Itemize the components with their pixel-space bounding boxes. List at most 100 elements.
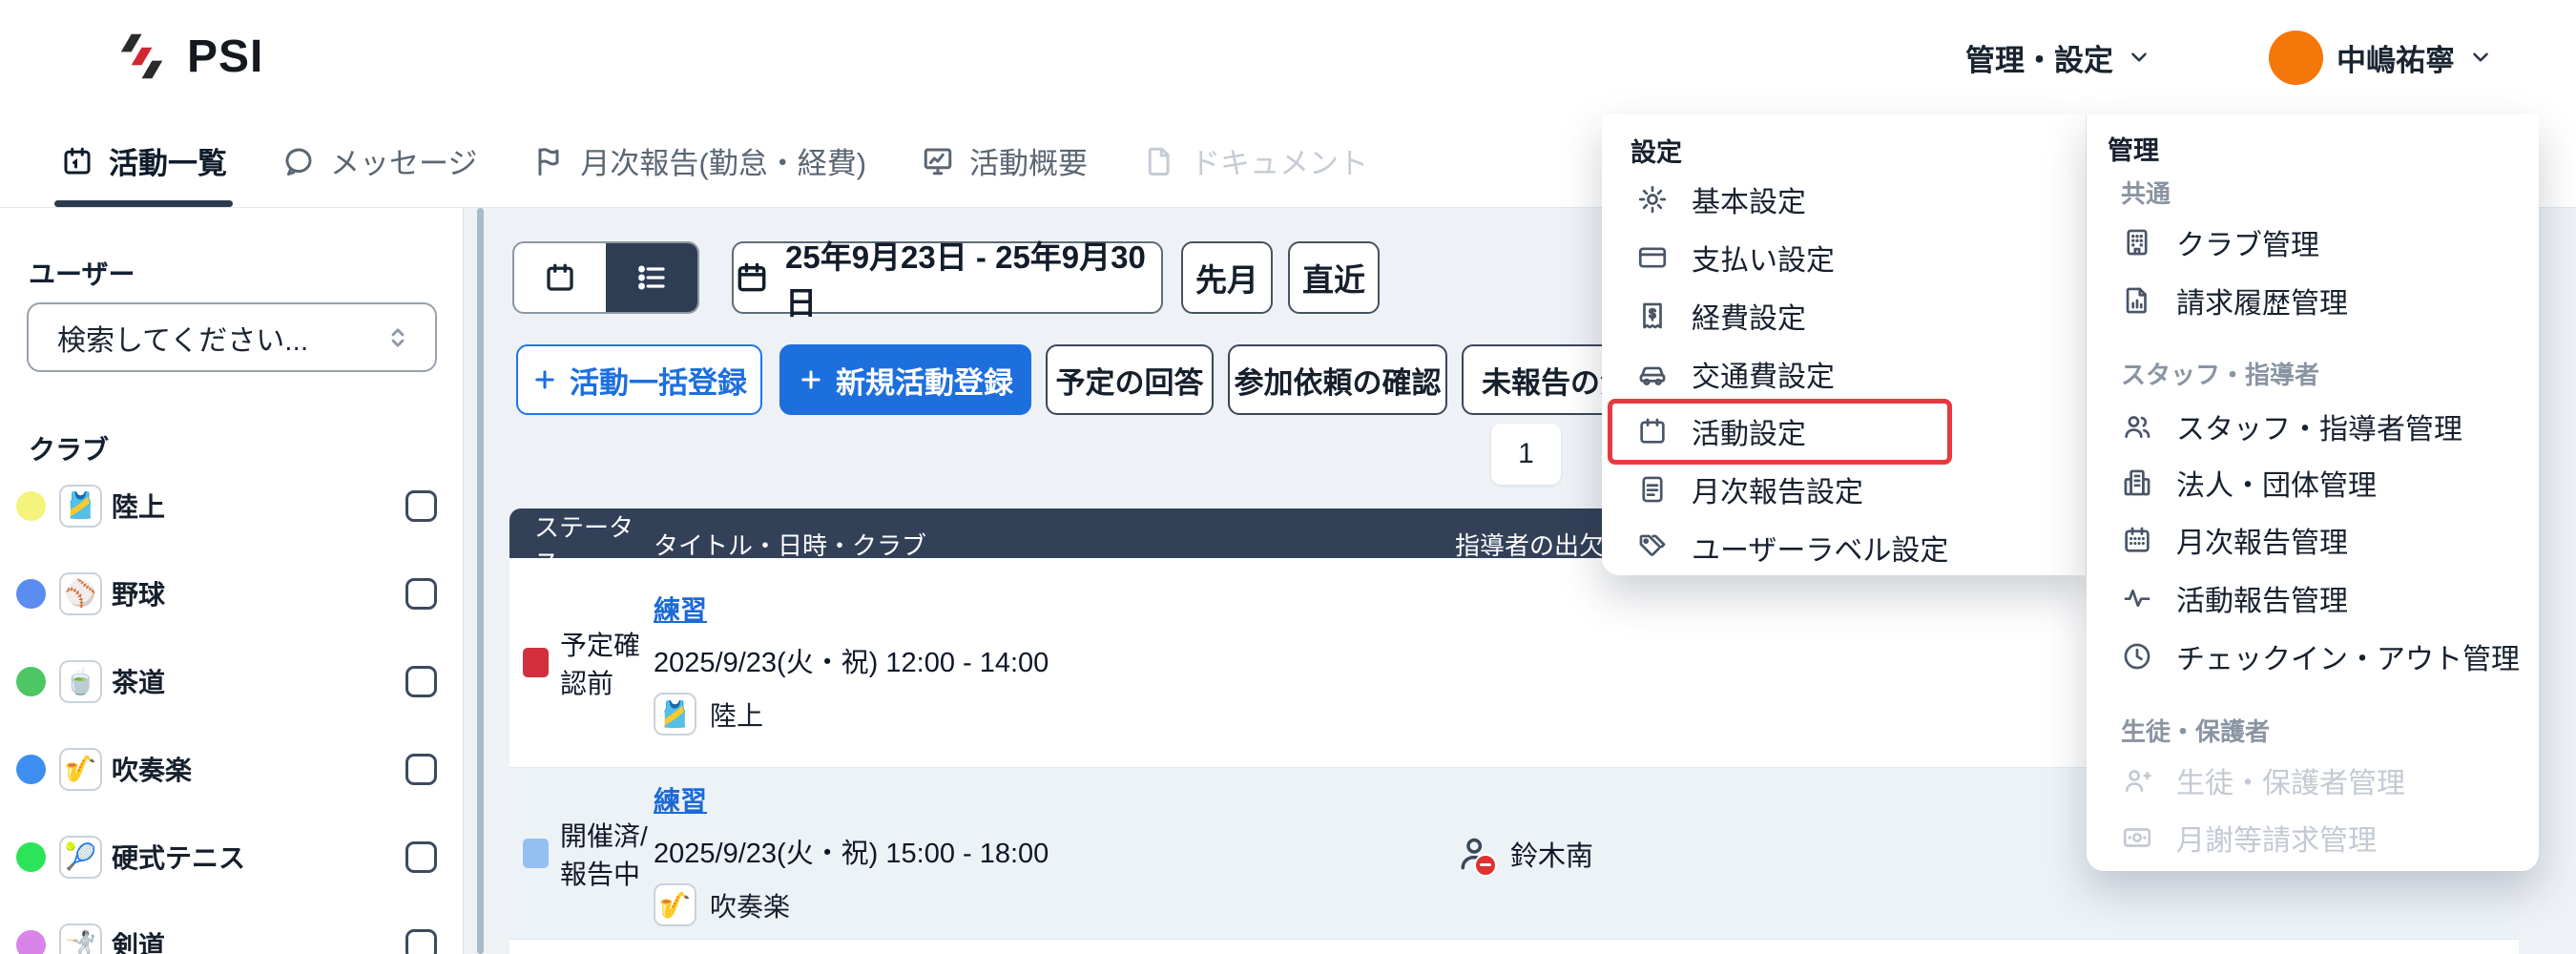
organization-icon	[2121, 467, 2153, 499]
menu-item-checkin-out-management[interactable]: チェックイン・アウト管理	[2121, 635, 2520, 677]
list-view-button[interactable]	[606, 243, 697, 312]
settings-menu-header: 設定	[1631, 132, 1682, 169]
menu-item-tuition-billing-management: 月謝等請求管理	[2121, 817, 2377, 859]
money-card-icon	[2121, 821, 2153, 854]
club-item-kendo[interactable]: 🤺 剣道	[0, 915, 464, 954]
club-checkbox[interactable]	[405, 490, 437, 522]
date-range-label: 25年9月23日 - 25年9月30日	[785, 232, 1161, 323]
new-register-button[interactable]: 新規活動登録	[779, 344, 1031, 415]
recent-button[interactable]: 直近	[1288, 241, 1380, 314]
menu-item-payment-settings[interactable]: 支払い設定	[1636, 237, 1835, 279]
menu-group-common: 共通	[2121, 175, 2171, 210]
calendar-icon	[2121, 524, 2153, 556]
sidebar-club-label: クラブ	[29, 429, 109, 467]
list-icon	[634, 260, 669, 295]
club-color-dot	[16, 491, 46, 521]
club-item-yakyu[interactable]: ⚾ 野球	[0, 564, 464, 623]
club-color-dot	[16, 755, 46, 784]
management-menu-panel: 管理 共通 クラブ管理 請求履歴管理 スタッフ・指導者 スタッフ・指導者管理	[2087, 114, 2539, 871]
tab-messages[interactable]: メッセージ	[281, 114, 477, 207]
activity-club: 🎷 吹奏楽	[654, 883, 1455, 926]
calendar-view-button[interactable]	[514, 243, 606, 312]
club-checkbox[interactable]	[405, 841, 437, 873]
users-icon	[2121, 410, 2153, 443]
chat-bubble-icon	[281, 144, 316, 178]
tags-icon	[1636, 531, 1669, 564]
plus-icon	[798, 366, 824, 393]
car-icon	[1636, 358, 1669, 390]
document-chart-icon	[2121, 284, 2153, 317]
last-month-button[interactable]: 先月	[1181, 241, 1273, 314]
avatar	[2269, 31, 2323, 85]
activity-title-link[interactable]: 練習	[654, 590, 707, 628]
plus-icon	[531, 366, 558, 393]
menu-item-activity-report-management[interactable]: 活動報告管理	[2121, 577, 2348, 619]
instructor-name: 鈴木南	[1510, 834, 1593, 874]
club-emoji-icon: 🤺	[59, 923, 102, 954]
document-icon	[1142, 144, 1176, 178]
tab-activity-list[interactable]: 活動一覧	[60, 114, 227, 207]
club-color-dot	[16, 579, 46, 609]
activity-icon	[2121, 582, 2153, 614]
menu-item-user-label-settings[interactable]: ユーザーラベル設定	[1636, 527, 1948, 569]
menu-item-club-management[interactable]: クラブ管理	[2121, 221, 2319, 263]
brand-logo[interactable]: PSI	[111, 27, 263, 86]
monitor-chart-icon	[921, 144, 955, 178]
menu-item-transport-settings[interactable]: 交通費設定	[1636, 353, 1835, 395]
title-cell: 練習 2025/9/23(火・祝) 15:00 - 18:00 🎷 吹奏楽	[654, 768, 1455, 939]
settings-menu-panel: 設定 基本設定 支払い設定 経費設定 交通費設定	[1602, 114, 2087, 575]
participation-confirm-button[interactable]: 参加依頼の確認	[1228, 344, 1447, 415]
admin-settings-menu-trigger[interactable]: 管理・設定	[1965, 0, 2151, 114]
tab-activity-overview[interactable]: 活動概要	[921, 114, 1088, 207]
sidebar-user-label: ユーザー	[29, 254, 135, 292]
club-color-dot	[16, 667, 46, 696]
user-search-select[interactable]: 検索してください...	[27, 302, 437, 372]
user-name: 中嶋祐寧	[2337, 36, 2455, 79]
club-checkbox[interactable]	[405, 578, 437, 610]
tab-monthly-report[interactable]: 月次報告(勤怠・経費)	[531, 114, 866, 207]
user-menu-trigger[interactable]: 中嶋祐寧	[2269, 0, 2493, 114]
menu-group-students: 生徒・保護者	[2121, 713, 2270, 748]
club-item-suisogaku[interactable]: 🎷 吹奏楽	[0, 739, 464, 798]
club-checkbox[interactable]	[405, 929, 437, 954]
credit-card-icon	[1636, 241, 1669, 274]
club-emoji-icon: 🍵	[59, 660, 102, 703]
view-toggle	[512, 241, 699, 314]
menu-item-basic-settings[interactable]: 基本設定	[1636, 178, 1806, 220]
club-emoji-icon: ⚾	[59, 572, 102, 615]
top-bar: PSI 管理・設定 中嶋祐寧	[0, 0, 2576, 114]
bulk-register-button[interactable]: 活動一括登録	[516, 344, 762, 415]
clock-icon	[2121, 640, 2153, 673]
club-item-rikujo[interactable]: 🎽 陸上	[0, 476, 464, 535]
activity-title-link[interactable]: 練習	[654, 780, 707, 819]
menu-item-monthly-report-settings[interactable]: 月次報告設定	[1636, 468, 1863, 510]
date-range-button[interactable]: 25年9月23日 - 25年9月30日	[732, 241, 1163, 314]
status-cell: 開催済/報告中	[509, 768, 654, 939]
document-lines-icon	[1636, 473, 1669, 506]
next-row-strip	[509, 940, 2519, 954]
menu-item-expense-settings[interactable]: 経費設定	[1636, 295, 1806, 337]
status-color-square	[523, 839, 549, 868]
activity-datetime: 2025/9/23(火・祝) 12:00 - 14:00	[654, 640, 1455, 680]
club-emoji-icon: 🎽	[654, 693, 696, 736]
club-item-tennis[interactable]: 🎾 硬式テニス	[0, 827, 464, 886]
menu-item-monthly-report-management[interactable]: 月次報告管理	[2121, 519, 2348, 561]
absent-badge	[1474, 854, 1497, 877]
schedule-reply-button[interactable]: 予定の回答	[1046, 344, 1214, 415]
sidebar-scrollbar[interactable]	[477, 208, 484, 954]
club-item-sado[interactable]: 🍵 茶道	[0, 652, 464, 711]
tab-documents: ドキュメント	[1142, 114, 1368, 207]
club-checkbox[interactable]	[405, 754, 437, 785]
receipt-icon	[1636, 300, 1669, 332]
pagination-page-1[interactable]: 1	[1491, 424, 1561, 485]
menu-item-corporate-management[interactable]: 法人・団体管理	[2121, 462, 2377, 504]
app-root: PSI 管理・設定 中嶋祐寧 活動一覧	[0, 0, 2576, 954]
calendar-icon	[1636, 415, 1669, 447]
title-cell: 練習 2025/9/23(火・祝) 12:00 - 14:00 🎽 陸上	[654, 558, 1455, 767]
menu-item-activity-settings[interactable]: 活動設定	[1636, 410, 1806, 452]
club-emoji-icon: 🎷	[59, 748, 102, 791]
club-checkbox[interactable]	[405, 666, 437, 697]
menu-item-billing-history[interactable]: 請求履歴管理	[2121, 280, 2348, 321]
menu-item-staff-management[interactable]: スタッフ・指導者管理	[2121, 405, 2462, 447]
calendar-icon	[734, 259, 770, 296]
